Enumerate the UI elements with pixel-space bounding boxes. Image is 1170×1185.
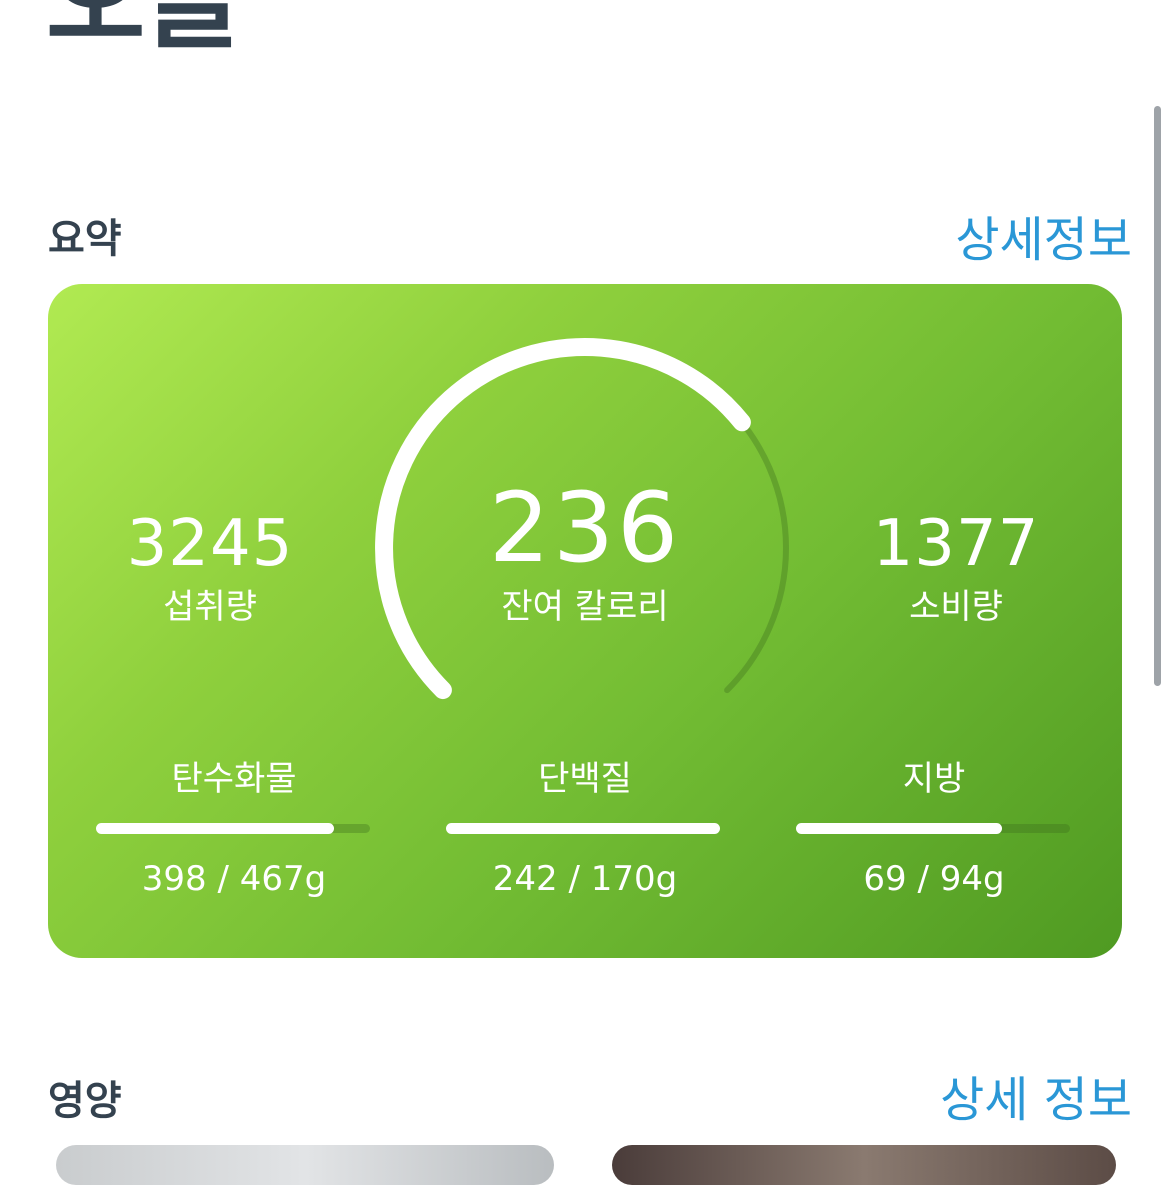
scrollbar[interactable] [1154,106,1161,686]
macro-fat-fill [796,823,1002,834]
remaining-calories-label: 잔여 칼로리 [501,587,669,627]
macro-fat-track [796,823,1070,834]
macro-carbs-label: 탄수화물 [171,759,297,799]
summary-details-link[interactable]: 상세정보 [955,200,1132,270]
burned-value: 1377 [872,507,1040,581]
macro-protein-track [446,823,720,834]
macro-carbs-track [96,823,370,834]
macro-carbs-value: 398 / 467g [141,859,327,899]
remaining-calories-value: 236 [488,472,682,584]
intake-label: 섭취량 [163,587,257,627]
macro-carbs-fill [96,823,335,834]
macro-fat-label: 지방 [902,759,966,799]
nutrition-section-title: 영양 [48,1078,122,1124]
burned-label: 소비량 [909,587,1003,627]
nutrition-tile-left[interactable] [56,1145,554,1185]
macro-protein-label: 단백질 [538,759,632,799]
page-title: 오늘 [46,0,243,64]
nutrition-details-link[interactable]: 상세 정보 [940,1060,1132,1130]
summary-card[interactable]: 3245 섭취량 236 잔여 칼로리 1377 소비량 탄수화물 398 / … [48,284,1122,958]
summary-section-title: 요약 [48,216,122,262]
macro-protein-fill [446,823,720,834]
nutrition-tile-right[interactable] [612,1145,1116,1185]
intake-value: 3245 [126,507,294,581]
macro-protein-value: 242 / 170g [492,859,678,899]
macro-fat-value: 69 / 94g [863,859,1005,899]
